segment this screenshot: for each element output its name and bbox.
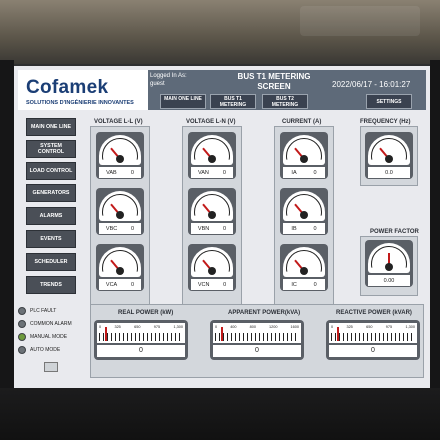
gauge-vab: VAB 0 bbox=[96, 132, 144, 179]
gauge-vca: VCA 0 bbox=[96, 244, 144, 291]
section-title-real-power: REAL POWER (kW) bbox=[118, 310, 174, 316]
gauge-label: VBN bbox=[197, 225, 210, 232]
indicator-lamp-icon bbox=[18, 346, 26, 354]
gauge-value: 0 bbox=[131, 225, 135, 232]
page-title: BUS T1 METERING SCREEN bbox=[237, 72, 311, 91]
logo: Cofamek SOLUTIONS D'INGÉNIERIE INNOVANTE… bbox=[18, 70, 148, 110]
gauge-label: VAB bbox=[106, 169, 117, 176]
gauge-ia: IA 0 bbox=[280, 132, 328, 179]
meter-apparent-power: 0 400 800 1200 1600 0 bbox=[210, 320, 304, 360]
gauge-value: 0 bbox=[223, 225, 227, 232]
meter-needle bbox=[221, 327, 223, 341]
section-title-voltage-ln: VOLTAGE L-N (V) bbox=[186, 119, 236, 125]
gauge-label: VCN bbox=[197, 281, 210, 288]
nav-main-one-line-button[interactable]: MAIN ONE LINE bbox=[160, 94, 206, 109]
gauge-vbc: VBC 0 bbox=[96, 188, 144, 235]
gauge-value: 0 bbox=[313, 225, 317, 232]
sidebar-item-trends[interactable]: TRENDS bbox=[26, 276, 76, 294]
nav-bus-t2-button[interactable]: BUS T2 METERING bbox=[262, 94, 308, 109]
gauge-label: IC bbox=[291, 281, 297, 288]
status-label: AUTO MODE bbox=[30, 347, 61, 353]
indicator-lamp-icon bbox=[18, 307, 26, 315]
bezel-top bbox=[0, 0, 440, 64]
meter-real-power: 0 325 650 975 1,300 0 bbox=[94, 320, 188, 360]
datetime: 2022/06/17 - 16:01:27 bbox=[332, 80, 411, 89]
logo-tagline: SOLUTIONS D'INGÉNIERIE INNOVANTES bbox=[26, 100, 134, 106]
status-label: COMMON ALARM bbox=[30, 321, 72, 327]
gauge-value: 0 bbox=[130, 169, 134, 176]
status-manual-mode: MANUAL MODE bbox=[18, 332, 67, 342]
gauge-label: IA bbox=[291, 169, 297, 176]
meter-needle bbox=[337, 327, 339, 341]
gauge-frequency: 0.0 bbox=[365, 132, 413, 179]
nav-bus-t1-button[interactable]: BUS T1 METERING bbox=[210, 94, 256, 109]
sidebar-item-events[interactable]: EVENTS bbox=[26, 230, 76, 248]
logo-text: Cofamek bbox=[26, 77, 109, 98]
username: guest bbox=[150, 81, 165, 87]
gauge-value: 0 bbox=[313, 169, 317, 176]
glare bbox=[300, 6, 420, 36]
gauge-value: 0.0 bbox=[385, 169, 393, 176]
section-title-reactive-power: REACTIVE POWER (kVAR) bbox=[336, 310, 412, 316]
status-common-alarm: COMMON ALARM bbox=[18, 319, 72, 329]
bezel-right bbox=[430, 60, 440, 390]
section-title-current: CURRENT (A) bbox=[282, 119, 322, 125]
section-title-power-factor: POWER FACTOR bbox=[370, 229, 419, 235]
meter-scale: 0 325 650 975 1,300 bbox=[331, 325, 415, 329]
gauge-value: 0 bbox=[313, 281, 317, 288]
meter-scale: 0 325 650 975 1,300 bbox=[99, 325, 183, 329]
gauge-van: VAN 0 bbox=[188, 132, 236, 179]
sidebar-item-alarms[interactable]: ALARMS bbox=[26, 207, 76, 225]
hmi-screen: Cofamek SOLUTIONS D'INGÉNIERIE INNOVANTE… bbox=[14, 66, 430, 388]
gauge-power-factor: 0.00 bbox=[365, 240, 413, 287]
sidebar-item-load-control[interactable]: LOAD CONTROL bbox=[26, 162, 76, 180]
status-label: PLC FAULT bbox=[30, 308, 57, 314]
settings-button[interactable]: SETTINGS bbox=[366, 94, 412, 109]
meter-value: 0 bbox=[329, 345, 417, 357]
sidebar-item-scheduler[interactable]: SCHEDULER bbox=[26, 253, 76, 271]
gauge-label: VAN bbox=[198, 169, 209, 176]
mode-toggle-button[interactable] bbox=[44, 362, 58, 372]
meter-reactive-power: 0 325 650 975 1,300 0 bbox=[326, 320, 420, 360]
indicator-lamp-icon bbox=[18, 320, 26, 328]
gauge-label: VBC bbox=[105, 225, 118, 232]
gauge-ic: IC 0 bbox=[280, 244, 328, 291]
meter-value: 0 bbox=[97, 345, 185, 357]
bezel-bottom bbox=[0, 388, 440, 440]
meter-needle bbox=[105, 327, 107, 341]
sidebar-item-system-control[interactable]: SYSTEM CONTROL bbox=[26, 140, 76, 158]
meter-scale: 0 400 800 1200 1600 bbox=[215, 325, 299, 329]
gauge-vbn: VBN 0 bbox=[188, 188, 236, 235]
sidebar-item-generators[interactable]: GENERATORS bbox=[26, 184, 76, 202]
meter-value: 0 bbox=[213, 345, 301, 357]
indicator-lamp-icon bbox=[18, 333, 26, 341]
gauge-value: 0 bbox=[223, 281, 227, 288]
gauge-label: IB bbox=[291, 225, 297, 232]
sidebar-item-main-one-line[interactable]: MAIN ONE LINE bbox=[26, 118, 76, 136]
status-plc-fault: PLC FAULT bbox=[18, 306, 56, 316]
section-title-voltage-ll: VOLTAGE L-L (V) bbox=[94, 119, 143, 125]
section-title-apparent-power: APPARENT POWER(kVA) bbox=[228, 310, 301, 316]
section-title-frequency: FREQUENCY (Hz) bbox=[360, 119, 411, 125]
gauge-ib: IB 0 bbox=[280, 188, 328, 235]
gauge-vcn: VCN 0 bbox=[188, 244, 236, 291]
login-status: Logged In As: guest bbox=[150, 72, 187, 88]
status-auto-mode: AUTO MODE bbox=[18, 345, 60, 355]
logged-in-label: Logged In As: bbox=[150, 73, 187, 79]
status-label: MANUAL MODE bbox=[30, 334, 68, 340]
gauge-value: 0 bbox=[222, 169, 226, 176]
gauge-value: 0 bbox=[131, 281, 135, 288]
gauge-value: 0.00 bbox=[383, 277, 395, 284]
gauge-label: VCA bbox=[105, 281, 118, 288]
bezel-left bbox=[0, 60, 14, 390]
